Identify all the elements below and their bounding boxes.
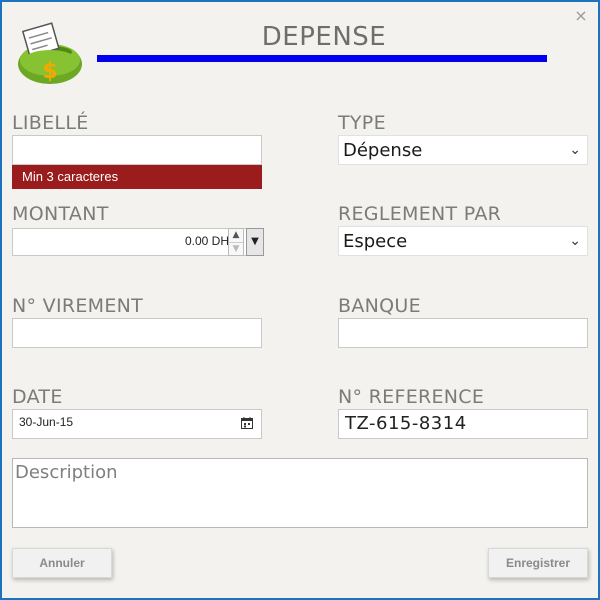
montant-input[interactable]: 0.00 DH bbox=[12, 228, 264, 256]
spin-up-icon[interactable]: ▲ bbox=[229, 229, 243, 243]
reglement-label: REGLEMENT PAR bbox=[338, 203, 502, 225]
save-button[interactable]: Enregistrer bbox=[488, 548, 588, 578]
description-textarea[interactable]: Description bbox=[12, 458, 588, 528]
libelle-error-message: Min 3 caracteres bbox=[12, 165, 262, 189]
banque-label: BANQUE bbox=[338, 295, 421, 317]
virement-label: N° VIREMENT bbox=[12, 295, 144, 317]
virement-input[interactable] bbox=[12, 318, 262, 348]
date-label: DATE bbox=[12, 386, 63, 408]
type-selected-value: Dépense bbox=[343, 140, 423, 161]
expense-dialog: × $ DEPENSE LIBELLÉ Min 3 caracteres TYP… bbox=[0, 0, 600, 600]
libelle-input[interactable] bbox=[12, 135, 262, 165]
montant-dropdown-button[interactable]: ▼ bbox=[246, 228, 264, 256]
money-bag-icon: $ bbox=[18, 22, 82, 84]
close-button[interactable]: × bbox=[571, 6, 591, 26]
description-placeholder: Description bbox=[15, 462, 118, 483]
chevron-down-icon: ⌄ bbox=[569, 142, 581, 158]
title-underline bbox=[97, 55, 547, 62]
montant-value: 0.00 DH bbox=[184, 234, 229, 248]
date-value: 30-Jun-15 bbox=[19, 415, 74, 429]
libelle-label: LIBELLÉ bbox=[12, 112, 89, 134]
chevron-down-icon: ⌄ bbox=[569, 233, 581, 249]
type-select[interactable]: Dépense ⌄ bbox=[338, 135, 588, 165]
reglement-selected-value: Espece bbox=[343, 231, 408, 252]
banque-input[interactable] bbox=[338, 318, 588, 348]
caret-down-icon: ▼ bbox=[251, 236, 259, 247]
reference-label: N° REFERENCE bbox=[338, 386, 485, 408]
date-picker[interactable]: 30-Jun-15 bbox=[12, 409, 262, 439]
close-icon: × bbox=[574, 6, 588, 25]
reference-value: TZ-615-8314 bbox=[345, 413, 467, 434]
spin-down-icon[interactable]: ▼ bbox=[229, 243, 243, 256]
type-label: TYPE bbox=[338, 112, 386, 134]
calendar-icon[interactable] bbox=[241, 417, 253, 429]
montant-spinner[interactable]: ▲ ▼ bbox=[228, 228, 244, 256]
reglement-select[interactable]: Espece ⌄ bbox=[338, 226, 588, 256]
reference-input[interactable]: TZ-615-8314 bbox=[338, 409, 588, 439]
montant-label: MONTANT bbox=[12, 203, 109, 225]
svg-text:$: $ bbox=[42, 59, 57, 84]
cancel-button[interactable]: Annuler bbox=[12, 548, 112, 578]
page-title: DEPENSE bbox=[261, 22, 387, 52]
